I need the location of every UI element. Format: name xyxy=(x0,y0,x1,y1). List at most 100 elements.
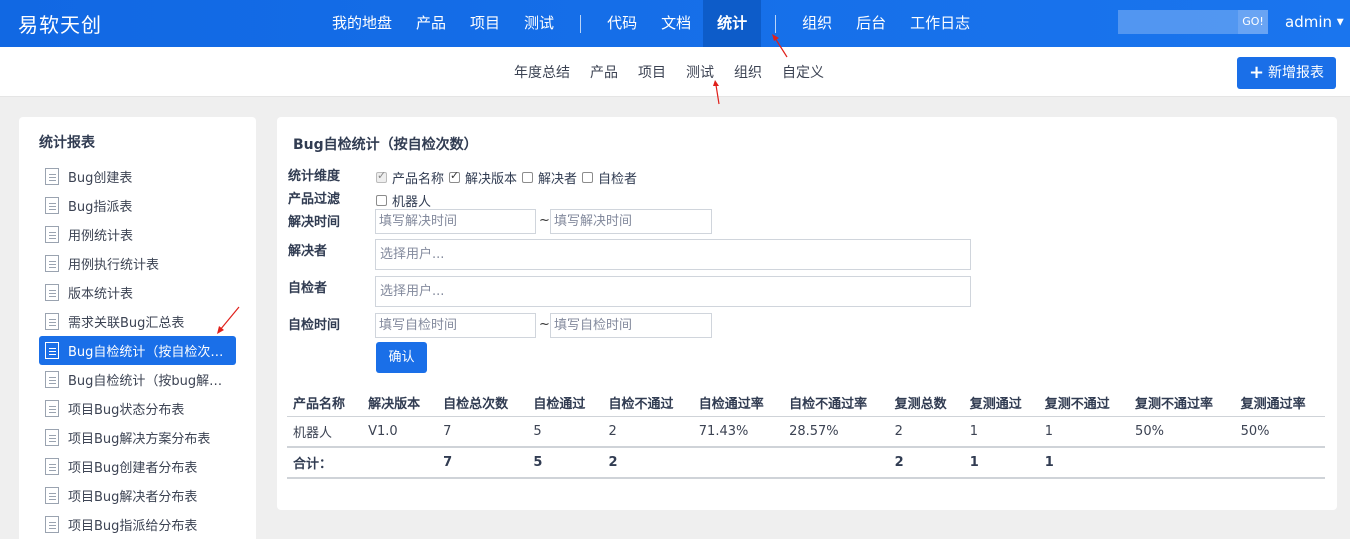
report-item-label: 版本统计表 xyxy=(68,287,134,302)
report-item[interactable]: 项目Bug指派给分布表 xyxy=(39,510,236,539)
col-header: 自检不通过 xyxy=(602,389,693,417)
document-icon xyxy=(45,487,59,504)
report-item[interactable]: 项目Bug创建者分布表 xyxy=(39,452,236,481)
report-item-label: 项目Bug指派给分布表 xyxy=(68,519,198,534)
nav-admin[interactable]: 后台 xyxy=(844,0,898,47)
self-check-time-end-input[interactable]: 填写自检时间 xyxy=(550,313,712,338)
report-item[interactable]: 用例执行统计表 xyxy=(39,249,236,278)
resolve-time-end-input[interactable]: 填写解决时间 xyxy=(550,209,712,234)
product-filter-options: 机器人 xyxy=(376,191,436,210)
dimension-self-checker-checkbox[interactable]: 自检者 xyxy=(582,168,637,187)
subnav-custom[interactable]: 自定义 xyxy=(772,62,834,82)
nav-test[interactable]: 测试 xyxy=(512,0,566,47)
report-item-active[interactable]: Bug自检统计（按自检次… xyxy=(39,336,236,365)
add-report-button[interactable]: + 新增报表 xyxy=(1237,57,1336,89)
col-header: 自检不通过率 xyxy=(783,389,889,417)
table-cell: 1 xyxy=(1038,446,1130,479)
report-panel: Bug自检统计（按自检次数） 统计维度 产品名称 解决版本 解决者 自检者 产品… xyxy=(277,117,1337,510)
add-report-label: 新增报表 xyxy=(1268,65,1325,81)
nav-doc[interactable]: 文档 xyxy=(649,0,703,47)
report-item[interactable]: 项目Bug解决者分布表 xyxy=(39,481,236,510)
col-header: 自检总次数 xyxy=(437,389,528,417)
nav-product[interactable]: 产品 xyxy=(404,0,458,47)
nav-organization[interactable]: 组织 xyxy=(790,0,844,47)
confirm-button[interactable]: 确认 xyxy=(376,342,427,373)
report-item[interactable]: Bug自检统计（按bug解… xyxy=(39,365,236,394)
report-table: 产品名称 解决版本 自检总次数 自检通过 自检不通过 自检通过率 自检不通过率 … xyxy=(287,389,1325,479)
self-check-time-start-input[interactable]: 填写自检时间 xyxy=(375,313,536,338)
report-item-label: 需求关联Bug汇总表 xyxy=(68,316,185,331)
document-icon xyxy=(45,284,59,301)
dimension-product-checkbox[interactable]: 产品名称 xyxy=(376,168,444,187)
table-cell: 50% xyxy=(1234,416,1325,448)
top-navbar: 易软天创 我的地盘 产品 项目 测试 代码 文档 统计 组织 后台 工作日志 G… xyxy=(0,0,1350,47)
col-header: 解决版本 xyxy=(362,389,438,417)
report-item-label: 项目Bug解决方案分布表 xyxy=(68,432,211,447)
nav-project[interactable]: 项目 xyxy=(458,0,512,47)
nav-code[interactable]: 代码 xyxy=(595,0,649,47)
dimension-version-checkbox[interactable]: 解决版本 xyxy=(449,168,517,187)
table-total-row: 合计： 7 5 2 2 1 1 xyxy=(287,446,1325,479)
self-checker-select[interactable]: 选择用户... xyxy=(375,276,971,307)
caret-down-icon: ▼ xyxy=(1336,17,1344,28)
document-icon xyxy=(45,371,59,388)
document-icon xyxy=(45,516,59,533)
document-icon xyxy=(45,458,59,475)
nav-statistics[interactable]: 统计 xyxy=(703,0,762,47)
table-row: 机器人 V1.0 7 5 2 71.43% 28.57% 2 1 1 50% 5… xyxy=(287,416,1325,448)
table-cell xyxy=(692,446,784,479)
col-header: 复测不通过 xyxy=(1038,389,1130,417)
report-item[interactable]: 需求关联Bug汇总表 xyxy=(39,307,236,336)
table-cell: 1 xyxy=(963,446,1039,479)
dimension-label: 统计维度 xyxy=(288,169,341,184)
table-cell: 2 xyxy=(888,446,964,479)
subnav-annual-summary[interactable]: 年度总结 xyxy=(504,62,580,82)
nav-divider xyxy=(580,14,582,33)
report-item[interactable]: 用例统计表 xyxy=(39,220,236,249)
resolve-time-start-input[interactable]: 填写解决时间 xyxy=(375,209,536,234)
self-checker-label: 自检者 xyxy=(288,281,328,296)
report-item[interactable]: 版本统计表 xyxy=(39,278,236,307)
col-header: 复测通过 xyxy=(963,389,1039,417)
user-menu[interactable]: admin ▼ xyxy=(1285,13,1344,31)
table-cell xyxy=(1234,446,1325,479)
main-nav: 我的地盘 产品 项目 测试 代码 文档 统计 组织 后台 工作日志 xyxy=(320,0,982,47)
report-item[interactable]: 项目Bug解决方案分布表 xyxy=(39,423,236,452)
table-cell: 1 xyxy=(1038,416,1130,448)
report-item-label: Bug创建表 xyxy=(68,171,133,186)
report-item[interactable]: Bug指派表 xyxy=(39,191,236,220)
document-icon xyxy=(45,400,59,417)
report-item-label: Bug自检统计（按自检次… xyxy=(68,345,224,360)
checkbox-checked-icon xyxy=(376,169,387,183)
nav-worklog[interactable]: 工作日志 xyxy=(898,0,982,47)
subnav-project[interactable]: 项目 xyxy=(628,62,676,82)
table-cell: 7 xyxy=(437,446,528,479)
col-header: 复测通过率 xyxy=(1234,389,1325,417)
dimension-resolver-checkbox[interactable]: 解决者 xyxy=(522,168,577,187)
global-search: GO! xyxy=(1118,10,1268,34)
document-icon xyxy=(45,226,59,243)
subnav-product[interactable]: 产品 xyxy=(580,62,628,82)
report-item[interactable]: Bug创建表 xyxy=(39,162,236,191)
user-name: admin xyxy=(1285,13,1332,31)
table-cell: 50% xyxy=(1129,416,1235,448)
table-header-row: 产品名称 解决版本 自检总次数 自检通过 自检不通过 自检通过率 自检不通过率 … xyxy=(287,389,1325,417)
brand-logo[interactable]: 易软天创 xyxy=(18,9,102,38)
table-cell: 71.43% xyxy=(692,416,784,448)
product-robot-checkbox[interactable]: 机器人 xyxy=(376,191,431,210)
search-input[interactable] xyxy=(1118,10,1238,34)
report-item-label: 项目Bug状态分布表 xyxy=(68,403,185,418)
search-go-button[interactable]: GO! xyxy=(1238,10,1268,34)
table-cell xyxy=(362,446,438,479)
nav-my-dashboard[interactable]: 我的地盘 xyxy=(320,0,404,47)
checkbox-icon xyxy=(522,172,534,183)
table-cell xyxy=(783,446,889,479)
report-item[interactable]: 项目Bug状态分布表 xyxy=(39,394,236,423)
subnav-test[interactable]: 测试 xyxy=(676,62,724,82)
subnav-organization[interactable]: 组织 xyxy=(724,62,772,82)
option-label: 自检者 xyxy=(598,172,638,187)
range-separator: ~ xyxy=(539,317,550,332)
report-list: Bug创建表 Bug指派表 用例统计表 用例执行统计表 版本统计表 需求关联Bu… xyxy=(39,162,236,539)
resolver-select[interactable]: 选择用户... xyxy=(375,239,971,270)
table-cell: 28.57% xyxy=(783,416,889,448)
